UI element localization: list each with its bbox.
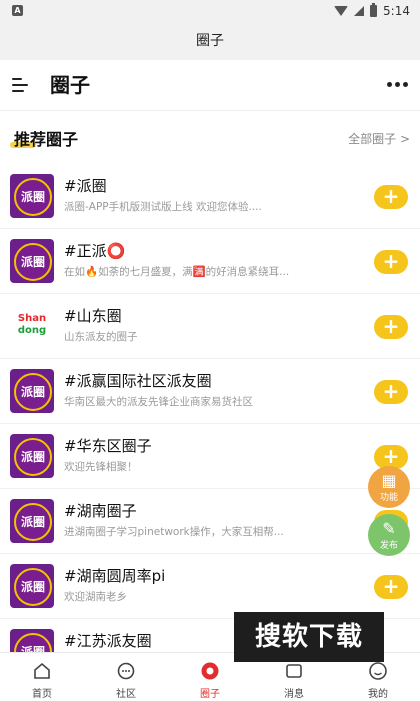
- join-button[interactable]: +: [374, 315, 408, 339]
- home-icon: [34, 662, 50, 679]
- join-button[interactable]: +: [374, 575, 408, 599]
- message-icon: [286, 664, 302, 678]
- post-label: 发布: [379, 541, 398, 551]
- nav-home[interactable]: 首页: [0, 653, 84, 701]
- list-item[interactable]: 派圈 #正派⭕ 在如🔥如荼的七月盛夏，满🈵的好消息紧绕耳... +: [0, 228, 420, 294]
- circle-desc: 华南区最大的派友先锋企业商家易货社区: [64, 396, 253, 408]
- circle-avatar: 派圈: [10, 434, 54, 478]
- circle-name: #华东区圈子: [64, 437, 152, 455]
- chat-icon: [117, 662, 135, 680]
- notification-icon: A: [12, 5, 23, 16]
- status-bar: A 5:14: [0, 0, 420, 22]
- nav-community[interactable]: 社区: [84, 653, 168, 701]
- circle-desc: 欢迎湖南老乡: [64, 591, 127, 603]
- circle-name: #派赢国际社区派友圈: [64, 372, 212, 390]
- circle-avatar: 派圈: [10, 174, 54, 218]
- circle-name: #湖南圆周率pi: [64, 567, 166, 585]
- list-item[interactable]: Shan dong #山东圈 山东派友的圈子 +: [0, 293, 420, 359]
- list-item[interactable]: 派圈 #湖南圆周率pi 欢迎湖南老乡 +: [0, 553, 420, 619]
- all-circles-link[interactable]: 全部圈子 >: [348, 130, 410, 147]
- section-title: 推荐圈子: [14, 130, 79, 149]
- circle-desc: 进湖南圈子学习pinetwork操作，大家互相帮...: [64, 526, 284, 538]
- join-button[interactable]: +: [374, 185, 408, 209]
- function-label: 功能: [379, 493, 398, 503]
- wifi-icon: [334, 6, 349, 16]
- circle-name: #江苏派友圈: [64, 632, 152, 650]
- nav-label: 我的: [368, 689, 388, 700]
- shandong-logo: Shan dong: [17, 313, 47, 336]
- list-item[interactable]: 派圈 #派圈 派圈-APP手机版测试版上线 欢迎您体验.... +: [0, 163, 420, 229]
- circle-name: #湖南圈子: [64, 502, 137, 520]
- watermark: 搜软下载: [234, 612, 384, 662]
- app-header: 圈子: [0, 60, 420, 111]
- nav-label: 圈子: [200, 689, 220, 700]
- circle-avatar: 派圈: [10, 499, 54, 543]
- circle-desc: 山东派友的圈子: [64, 331, 138, 343]
- more-icon[interactable]: [387, 82, 408, 87]
- signal-icon: [354, 6, 365, 16]
- battery-icon: [370, 3, 378, 17]
- circle-name: #派圈: [64, 177, 107, 195]
- nav-label: 社区: [116, 689, 136, 700]
- post-button[interactable]: ✎ 发布: [368, 514, 410, 556]
- circle-name: #正派⭕: [64, 242, 126, 260]
- circle-avatar: 派圈: [10, 239, 54, 283]
- circle-name: #山东圈: [64, 307, 122, 325]
- window-title: 圈子: [0, 22, 420, 60]
- circle-avatar: 派圈: [10, 369, 54, 413]
- recommended-section-header: 推荐圈子 全部圈子 >: [0, 118, 420, 158]
- status-time: 5:14: [383, 4, 410, 18]
- function-button[interactable]: ▦ 功能: [368, 466, 410, 508]
- list-item[interactable]: 派圈 #湖南圈子 进湖南圈子学习pinetwork操作，大家互相帮... +: [0, 488, 420, 554]
- edit-icon: ✎: [382, 519, 396, 538]
- nav-label: 首页: [32, 689, 52, 700]
- menu-icon[interactable]: [12, 78, 28, 92]
- circle-desc: 在如🔥如荼的七月盛夏，满🈵的好消息紧绕耳...: [64, 266, 290, 278]
- grid-icon: ▦: [381, 471, 397, 490]
- circle-avatar: Shan dong: [10, 304, 54, 348]
- circle-desc: 派圈-APP手机版测试版上线 欢迎您体验....: [64, 201, 262, 213]
- list-item[interactable]: 派圈 #华东区圈子 欢迎先锋相聚！ +: [0, 423, 420, 489]
- circle-desc: 欢迎先锋相聚！: [64, 461, 138, 473]
- list-item[interactable]: 派圈 #派赢国际社区派友圈 华南区最大的派友先锋企业商家易货社区 +: [0, 358, 420, 424]
- join-button[interactable]: +: [374, 380, 408, 404]
- nav-label: 消息: [284, 689, 304, 700]
- status-icons: 5:14: [334, 0, 410, 22]
- join-button[interactable]: +: [374, 250, 408, 274]
- page-title: 圈子: [50, 73, 90, 97]
- profile-icon: [369, 662, 387, 680]
- circle-icon: [201, 662, 219, 680]
- circle-avatar: 派圈: [10, 564, 54, 608]
